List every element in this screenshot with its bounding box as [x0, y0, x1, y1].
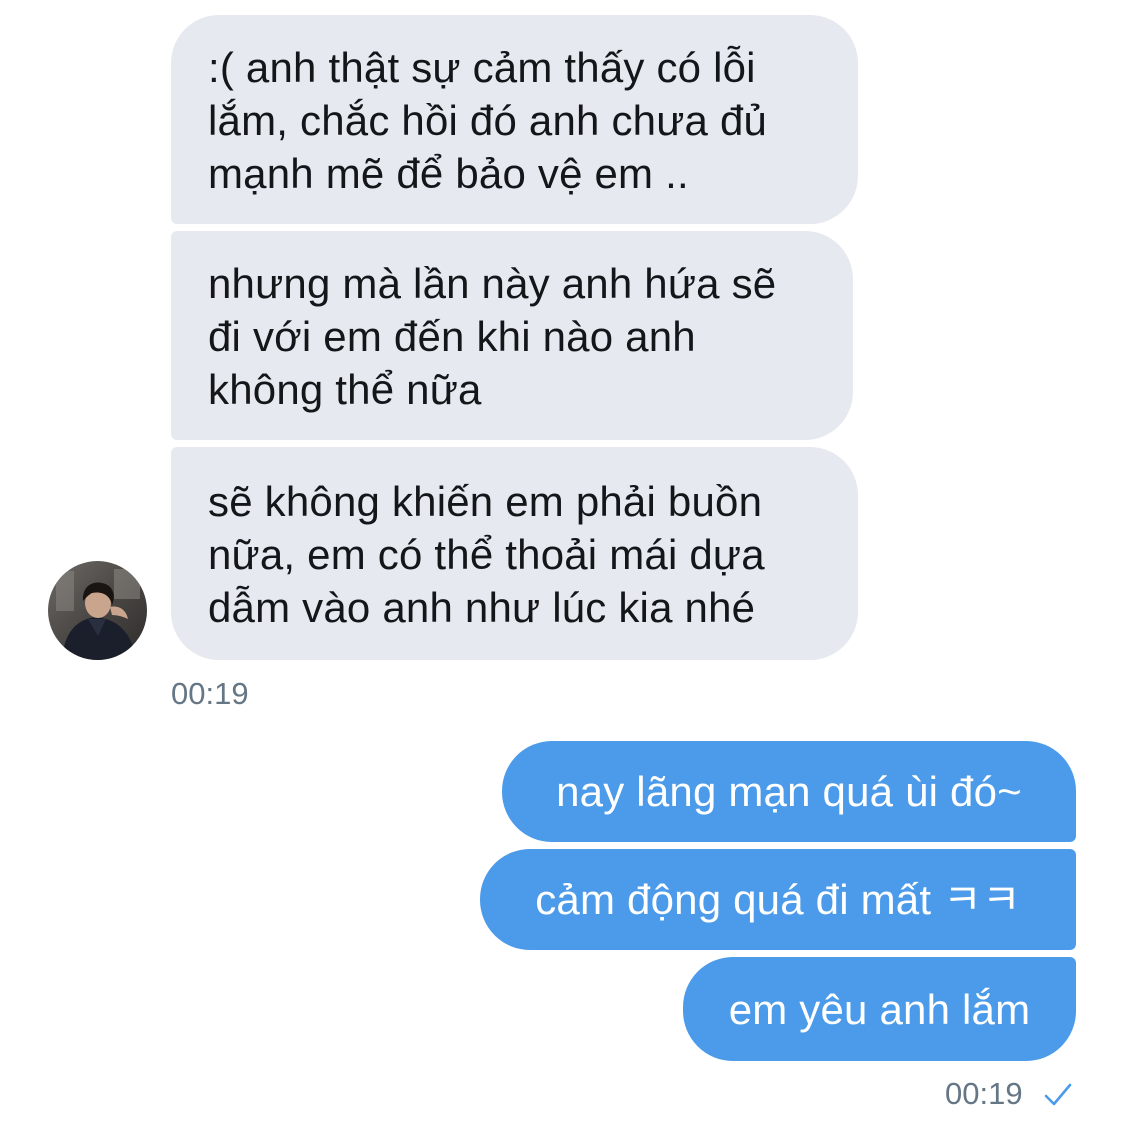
sender-avatar[interactable] — [48, 561, 147, 660]
outgoing-timestamp: 00:19 — [945, 1076, 1023, 1111]
incoming-message-bubble[interactable]: :( anh thật sự cảm thấy có lỗi lắm, chắc… — [171, 15, 858, 224]
outgoing-message-bubble[interactable]: cảm động quá đi mất ㅋㅋ — [480, 849, 1076, 950]
profile-photo-icon — [48, 561, 147, 660]
outgoing-message-bubble[interactable]: em yêu anh lắm — [683, 957, 1076, 1061]
incoming-message-bubble[interactable]: nhưng mà lần này anh hứa sẽ đi với em đế… — [171, 231, 853, 440]
outgoing-message-bubble[interactable]: nay lãng mạn quá ùi đó~ — [502, 741, 1076, 842]
message-text: cảm động quá đi mất ㅋㅋ — [535, 876, 1021, 923]
message-text: nay lãng mạn quá ùi đó~ — [556, 768, 1022, 815]
incoming-timestamp: 00:19 — [171, 676, 249, 711]
message-text: em yêu anh lắm — [728, 985, 1031, 1033]
read-check-icon — [1044, 1083, 1072, 1106]
incoming-message-bubble[interactable]: sẽ không khiến em phải buồn nữa, em có t… — [171, 447, 858, 660]
